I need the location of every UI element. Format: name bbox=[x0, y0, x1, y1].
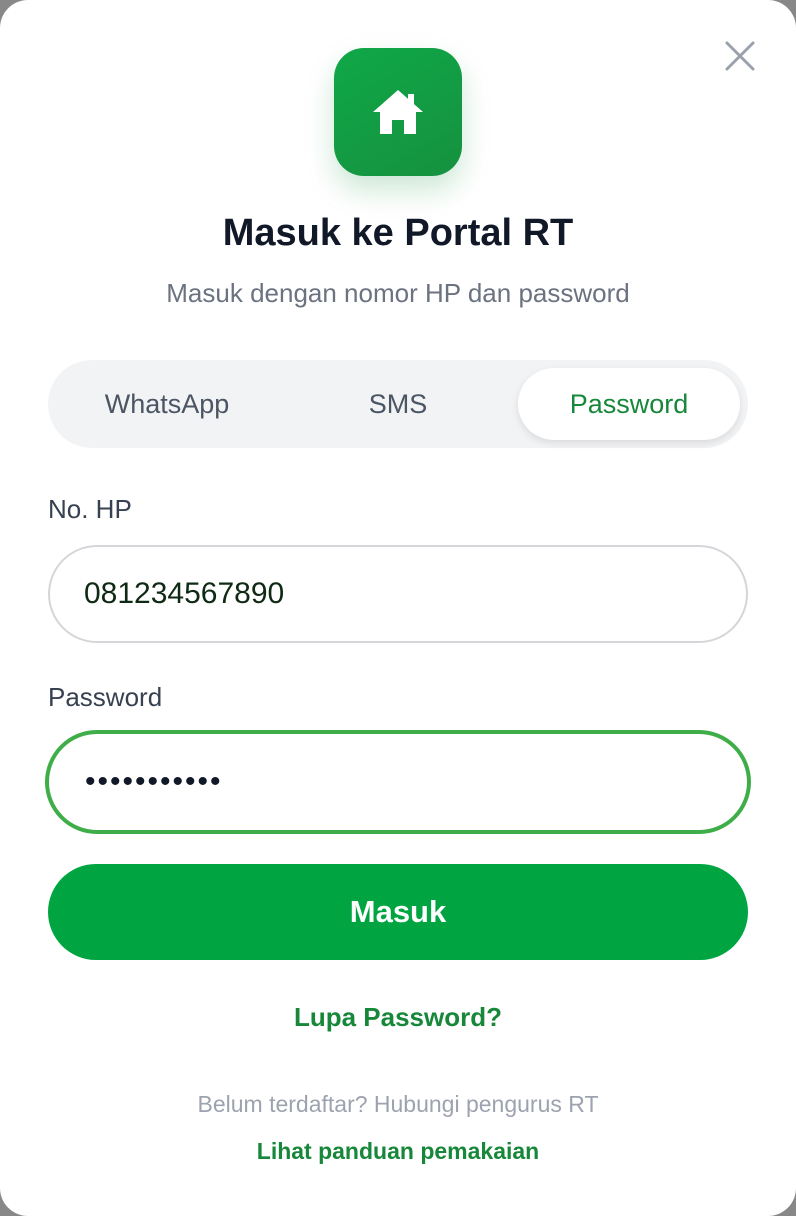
usage-guide-link[interactable]: Lihat panduan pemakaian bbox=[257, 1138, 539, 1164]
login-button[interactable]: Masuk bbox=[48, 864, 748, 960]
password-input[interactable]: ••••••••••• bbox=[45, 730, 751, 834]
page-title: Masuk ke Portal RT bbox=[222, 212, 574, 254]
phone-input[interactable]: 081234567890 bbox=[48, 545, 748, 643]
forgot-password-row: Lupa Password? bbox=[0, 1002, 796, 1033]
page-subtitle: Masuk dengan nomor HP dan password bbox=[166, 278, 630, 308]
login-dialog: Masuk ke Portal RT Masuk dengan nomor HP… bbox=[0, 0, 796, 1216]
phone-value: 081234567890 bbox=[84, 577, 285, 610]
guide-row: Lihat panduan pemakaian bbox=[0, 1138, 796, 1165]
register-note: Belum terdaftar? Hubungi pengurus RT bbox=[197, 1091, 599, 1117]
tab-password[interactable]: Password bbox=[518, 368, 740, 440]
app-logo bbox=[334, 48, 462, 176]
home-icon bbox=[373, 90, 423, 134]
password-label: Password bbox=[48, 682, 163, 712]
close-icon bbox=[725, 41, 755, 71]
close-button[interactable] bbox=[718, 34, 762, 78]
phone-label: No. HP bbox=[48, 494, 132, 524]
tab-sms[interactable]: SMS bbox=[287, 368, 509, 440]
tab-whatsapp[interactable]: WhatsApp bbox=[56, 368, 278, 440]
forgot-password-link[interactable]: Lupa Password? bbox=[294, 1002, 502, 1032]
password-value: ••••••••••• bbox=[85, 765, 223, 798]
login-method-tabs: WhatsApp SMS Password bbox=[48, 360, 748, 448]
